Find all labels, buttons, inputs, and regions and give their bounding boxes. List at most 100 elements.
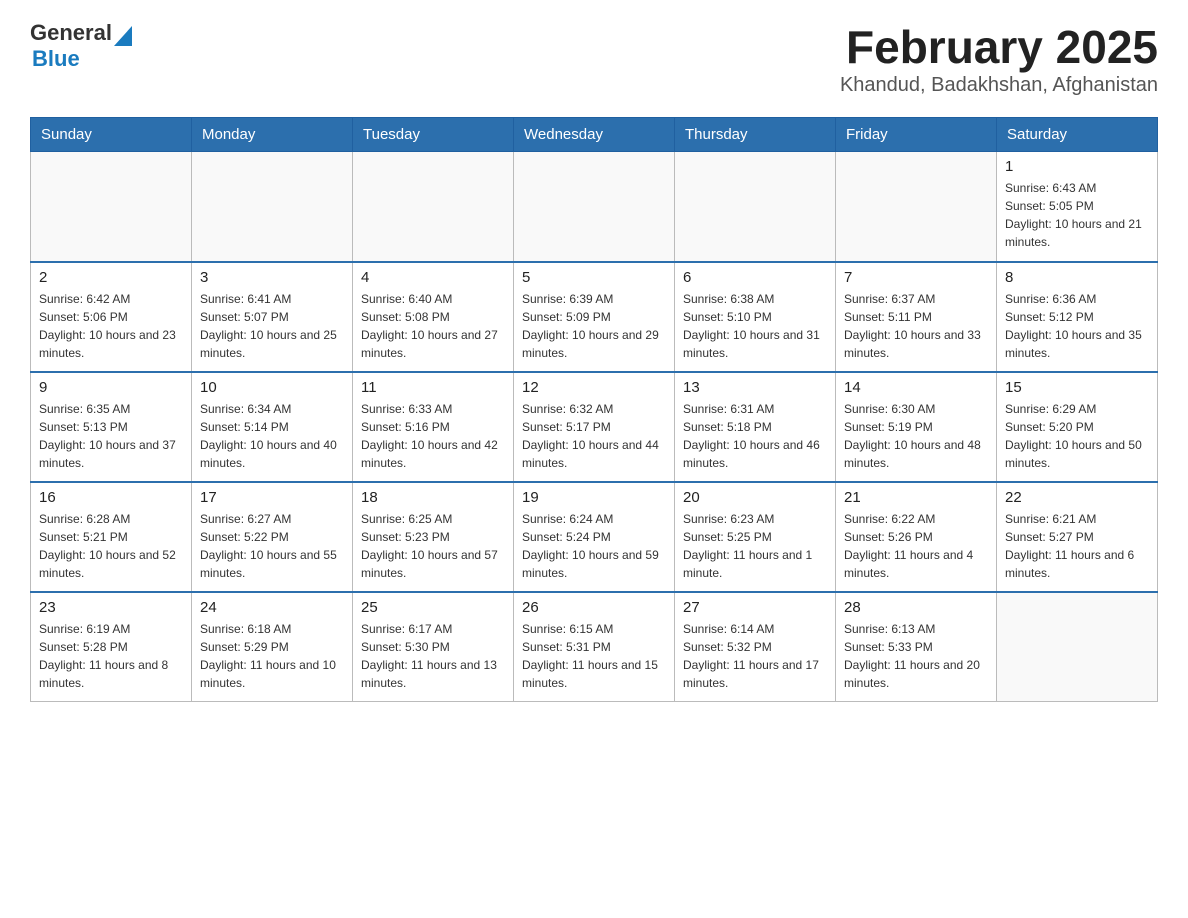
calendar-table: Sunday Monday Tuesday Wednesday Thursday… <box>30 117 1158 702</box>
day-info: Sunrise: 6:17 AM Sunset: 5:30 PM Dayligh… <box>361 620 505 692</box>
col-wednesday: Wednesday <box>514 118 675 152</box>
day-number: 8 <box>1005 269 1149 286</box>
calendar-row-1: 1 Sunrise: 6:43 AM Sunset: 5:05 PM Daylig… <box>31 152 1158 262</box>
day-info: Sunrise: 6:39 AM Sunset: 5:09 PM Dayligh… <box>522 290 666 362</box>
location-title: Khandud, Badakhshan, Afghanistan <box>840 74 1158 97</box>
col-thursday: Thursday <box>675 118 836 152</box>
calendar-cell: 20 Sunrise: 6:23 AM Sunset: 5:25 PM Dayli… <box>675 482 836 592</box>
calendar-cell: 8 Sunrise: 6:36 AM Sunset: 5:12 PM Daylig… <box>997 262 1158 372</box>
day-number: 1 <box>1005 158 1149 175</box>
calendar-cell: 15Sunrise: 6:29 AM Sunset: 5:20 PM Dayli… <box>997 372 1158 482</box>
logo-general-text: General <box>30 20 112 46</box>
header-row: Sunday Monday Tuesday Wednesday Thursday… <box>31 118 1158 152</box>
day-info: Sunrise: 6:29 AM Sunset: 5:20 PM Dayligh… <box>1005 400 1149 472</box>
calendar-cell: 11 Sunrise: 6:33 AM Sunset: 5:16 PM Dayli… <box>353 372 514 482</box>
day-info: Sunrise: 6:15 AM Sunset: 5:31 PM Dayligh… <box>522 620 666 692</box>
calendar-cell: 25 Sunrise: 6:17 AM Sunset: 5:30 PM Dayli… <box>353 592 514 702</box>
day-number: 13 <box>683 379 827 396</box>
calendar-cell <box>353 152 514 262</box>
day-number: 23 <box>39 599 183 616</box>
day-info: Sunrise: 6:19 AM Sunset: 5:28 PM Dayligh… <box>39 620 183 692</box>
day-info: Sunrise: 6:43 AM Sunset: 5:05 PM Dayligh… <box>1005 179 1149 251</box>
col-friday: Friday <box>836 118 997 152</box>
calendar-cell: 19Sunrise: 6:24 AM Sunset: 5:24 PM Dayli… <box>514 482 675 592</box>
page-header: General Blue February 2025 Khandud, Bada… <box>30 20 1158 97</box>
day-info: Sunrise: 6:28 AM Sunset: 5:21 PM Dayligh… <box>39 510 183 582</box>
calendar-cell: 9Sunrise: 6:35 AM Sunset: 5:13 PM Daylig… <box>31 372 192 482</box>
calendar-row-2: 2 Sunrise: 6:42 AM Sunset: 5:06 PM Daylig… <box>31 262 1158 372</box>
col-monday: Monday <box>192 118 353 152</box>
calendar-cell: 1 Sunrise: 6:43 AM Sunset: 5:05 PM Daylig… <box>997 152 1158 262</box>
calendar-cell: 16Sunrise: 6:28 AM Sunset: 5:21 PM Dayli… <box>31 482 192 592</box>
day-info: Sunrise: 6:31 AM Sunset: 5:18 PM Dayligh… <box>683 400 827 472</box>
logo: General Blue <box>30 20 132 72</box>
calendar-cell: 12 Sunrise: 6:32 AM Sunset: 5:17 PM Dayli… <box>514 372 675 482</box>
day-number: 18 <box>361 489 505 506</box>
calendar-cell <box>997 592 1158 702</box>
day-number: 4 <box>361 269 505 286</box>
month-title: February 2025 <box>840 20 1158 74</box>
calendar-cell: 7 Sunrise: 6:37 AM Sunset: 5:11 PM Daylig… <box>836 262 997 372</box>
calendar-cell <box>836 152 997 262</box>
day-info: Sunrise: 6:37 AM Sunset: 5:11 PM Dayligh… <box>844 290 988 362</box>
day-info: Sunrise: 6:36 AM Sunset: 5:12 PM Dayligh… <box>1005 290 1149 362</box>
day-info: Sunrise: 6:30 AM Sunset: 5:19 PM Dayligh… <box>844 400 988 472</box>
day-number: 17 <box>200 489 344 506</box>
day-number: 21 <box>844 489 988 506</box>
day-number: 11 <box>361 379 505 396</box>
calendar-cell: 23 Sunrise: 6:19 AM Sunset: 5:28 PM Dayli… <box>31 592 192 702</box>
day-info: Sunrise: 6:38 AM Sunset: 5:10 PM Dayligh… <box>683 290 827 362</box>
col-saturday: Saturday <box>997 118 1158 152</box>
calendar-cell: 27 Sunrise: 6:14 AM Sunset: 5:32 PM Dayli… <box>675 592 836 702</box>
day-number: 5 <box>522 269 666 286</box>
day-info: Sunrise: 6:13 AM Sunset: 5:33 PM Dayligh… <box>844 620 988 692</box>
day-number: 6 <box>683 269 827 286</box>
day-number: 26 <box>522 599 666 616</box>
day-number: 2 <box>39 269 183 286</box>
day-number: 19 <box>522 489 666 506</box>
day-number: 27 <box>683 599 827 616</box>
day-info: Sunrise: 6:22 AM Sunset: 5:26 PM Dayligh… <box>844 510 988 582</box>
calendar-cell: 18 Sunrise: 6:25 AM Sunset: 5:23 PM Dayli… <box>353 482 514 592</box>
day-number: 7 <box>844 269 988 286</box>
calendar-cell <box>675 152 836 262</box>
col-sunday: Sunday <box>31 118 192 152</box>
calendar-cell: 22 Sunrise: 6:21 AM Sunset: 5:27 PM Dayli… <box>997 482 1158 592</box>
calendar-row-3: 9Sunrise: 6:35 AM Sunset: 5:13 PM Daylig… <box>31 372 1158 482</box>
day-info: Sunrise: 6:23 AM Sunset: 5:25 PM Dayligh… <box>683 510 827 582</box>
day-number: 12 <box>522 379 666 396</box>
calendar-cell: 13 Sunrise: 6:31 AM Sunset: 5:18 PM Dayli… <box>675 372 836 482</box>
day-number: 20 <box>683 489 827 506</box>
calendar-cell: 21 Sunrise: 6:22 AM Sunset: 5:26 PM Dayli… <box>836 482 997 592</box>
day-info: Sunrise: 6:18 AM Sunset: 5:29 PM Dayligh… <box>200 620 344 692</box>
calendar-cell: 3Sunrise: 6:41 AM Sunset: 5:07 PM Daylig… <box>192 262 353 372</box>
day-info: Sunrise: 6:42 AM Sunset: 5:06 PM Dayligh… <box>39 290 183 362</box>
calendar-cell: 5 Sunrise: 6:39 AM Sunset: 5:09 PM Daylig… <box>514 262 675 372</box>
day-info: Sunrise: 6:27 AM Sunset: 5:22 PM Dayligh… <box>200 510 344 582</box>
day-number: 25 <box>361 599 505 616</box>
day-info: Sunrise: 6:33 AM Sunset: 5:16 PM Dayligh… <box>361 400 505 472</box>
day-info: Sunrise: 6:14 AM Sunset: 5:32 PM Dayligh… <box>683 620 827 692</box>
logo-triangle-icon <box>114 26 132 46</box>
day-info: Sunrise: 6:32 AM Sunset: 5:17 PM Dayligh… <box>522 400 666 472</box>
day-info: Sunrise: 6:25 AM Sunset: 5:23 PM Dayligh… <box>361 510 505 582</box>
col-tuesday: Tuesday <box>353 118 514 152</box>
calendar-cell <box>192 152 353 262</box>
day-number: 22 <box>1005 489 1149 506</box>
calendar-cell: 2 Sunrise: 6:42 AM Sunset: 5:06 PM Daylig… <box>31 262 192 372</box>
calendar-cell: 26 Sunrise: 6:15 AM Sunset: 5:31 PM Dayli… <box>514 592 675 702</box>
calendar-cell: 24Sunrise: 6:18 AM Sunset: 5:29 PM Dayli… <box>192 592 353 702</box>
calendar-cell: 6 Sunrise: 6:38 AM Sunset: 5:10 PM Daylig… <box>675 262 836 372</box>
calendar-cell <box>514 152 675 262</box>
day-info: Sunrise: 6:41 AM Sunset: 5:07 PM Dayligh… <box>200 290 344 362</box>
calendar-cell: 14 Sunrise: 6:30 AM Sunset: 5:19 PM Dayli… <box>836 372 997 482</box>
calendar-row-4: 16Sunrise: 6:28 AM Sunset: 5:21 PM Dayli… <box>31 482 1158 592</box>
day-number: 14 <box>844 379 988 396</box>
day-info: Sunrise: 6:21 AM Sunset: 5:27 PM Dayligh… <box>1005 510 1149 582</box>
calendar-cell: 10Sunrise: 6:34 AM Sunset: 5:14 PM Dayli… <box>192 372 353 482</box>
day-info: Sunrise: 6:40 AM Sunset: 5:08 PM Dayligh… <box>361 290 505 362</box>
calendar-header: Sunday Monday Tuesday Wednesday Thursday… <box>31 118 1158 152</box>
calendar-cell: 17 Sunrise: 6:27 AM Sunset: 5:22 PM Dayli… <box>192 482 353 592</box>
day-info: Sunrise: 6:34 AM Sunset: 5:14 PM Dayligh… <box>200 400 344 472</box>
day-info: Sunrise: 6:35 AM Sunset: 5:13 PM Dayligh… <box>39 400 183 472</box>
